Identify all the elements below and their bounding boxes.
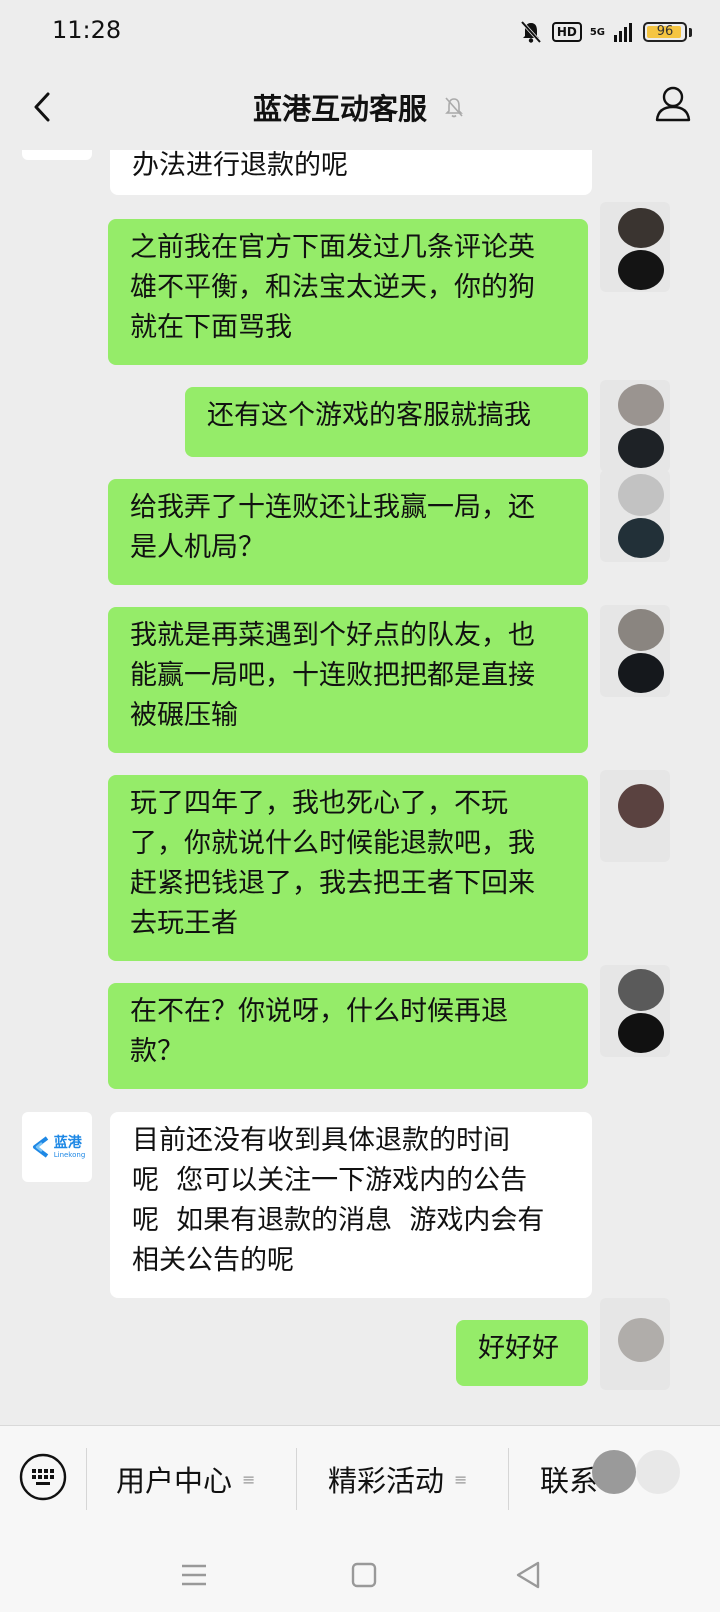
menu-item-user-center[interactable]: 用户中心 ≡ (116, 1426, 255, 1532)
avatar-blur (618, 653, 664, 693)
menu-item-label: 联系 (540, 1464, 599, 1498)
floating-blur (592, 1450, 636, 1494)
profile-icon[interactable] (648, 80, 698, 130)
message-bubble[interactable]: 我就是再菜遇到个好点的队友，也 能赢一局吧，十连败把把都是直接 被碾压输 (108, 607, 588, 753)
message-bubble[interactable]: 之前我在官方下面发过几条评论英 雄不平衡，和法宝太逆天，你的狗 就在下面骂我 (108, 219, 588, 365)
avatar-blur (618, 428, 664, 468)
system-nav-bar (0, 1535, 720, 1612)
chat-header: 蓝港互动客服 (0, 64, 720, 150)
avatar-blur (618, 518, 664, 558)
battery-icon: 96 (643, 22, 687, 42)
user-avatar[interactable] (600, 470, 670, 562)
service-avatar[interactable]: 蓝港 Linekong (22, 1112, 92, 1182)
logo-text: 蓝港 (53, 1134, 82, 1151)
menu-divider (296, 1448, 297, 1510)
chat-area[interactable]: 办法进行退款的呢 之前我在官方下面发过几条评论英 雄不平衡，和法宝太逆天，你的狗… (0, 150, 720, 1425)
message-bubble[interactable]: 目前还没有收到具体退款的时间 呢 您可以关注一下游戏内的公告 呢 如果有退款的消… (110, 1112, 592, 1298)
menu-item-label: 用户中心 (116, 1464, 233, 1498)
avatar-blur (618, 384, 664, 426)
message-bubble[interactable]: 好好好 (456, 1320, 588, 1386)
status-icons: HD 5G 96 (518, 18, 692, 46)
battery-level: 96 (656, 24, 674, 39)
menu-dots-icon: ≡ (454, 1469, 468, 1489)
mute-bell-icon (520, 20, 542, 44)
avatar-blur (618, 1318, 664, 1362)
user-avatar[interactable] (600, 605, 670, 697)
avatar-blur (618, 208, 664, 248)
status-bar: 11:28 HD 5G 96 (0, 0, 720, 64)
user-avatar[interactable] (600, 202, 670, 292)
avatar-blur (618, 784, 664, 828)
user-avatar[interactable] (600, 1298, 670, 1390)
back-triangle-icon[interactable] (508, 1555, 548, 1595)
avatar-blur (618, 609, 664, 651)
menu-icon[interactable] (174, 1555, 214, 1595)
avatar-blur (618, 474, 664, 516)
menu-item-activities[interactable]: 精彩活动 ≡ (328, 1426, 467, 1532)
message-bubble[interactable]: 在不在？你说呀，什么时候再退 款？ (108, 983, 588, 1089)
menu-item-contact[interactable]: 联系 (540, 1426, 598, 1532)
chat-title-wrap: 蓝港互动客服 (0, 64, 720, 150)
floating-blur (636, 1450, 680, 1494)
avatar-blur (618, 969, 664, 1011)
muted-bell-icon (445, 97, 463, 118)
menu-dots-icon: ≡ (242, 1469, 256, 1489)
menu-divider (508, 1448, 509, 1510)
user-avatar[interactable] (600, 965, 670, 1057)
menu-divider (86, 1448, 87, 1510)
message-bubble[interactable]: 玩了四年了，我也死心了，不玩 了，你就说什么时候能退款吧，我 赶紧把钱退了，我去… (108, 775, 588, 961)
menu-item-label: 精彩活动 (328, 1464, 445, 1498)
status-time: 11:28 (52, 16, 122, 44)
bottom-menu-bar: 用户中心 ≡ 精彩活动 ≡ 联系 (0, 1425, 720, 1536)
hd-badge: HD (551, 22, 582, 42)
user-avatar[interactable] (600, 770, 670, 862)
chat-title: 蓝港互动客服 (252, 92, 427, 126)
user-avatar[interactable] (600, 380, 670, 472)
message-bubble[interactable]: 办法进行退款的呢 (110, 150, 592, 195)
service-avatar[interactable] (22, 150, 92, 160)
home-square-icon[interactable] (344, 1555, 384, 1595)
linekong-logo-icon (32, 1136, 48, 1158)
logo-subtext: Linekong (53, 1150, 86, 1159)
message-bubble[interactable]: 给我弄了十连败还让我赢一局，还 是人机局？ (108, 479, 588, 585)
logo-text-wrap: 蓝港 Linekong (54, 1136, 86, 1159)
message-bubble[interactable]: 还有这个游戏的客服就搞我 (185, 387, 588, 457)
signal-icon (614, 23, 632, 42)
avatar-blur (618, 1013, 664, 1053)
avatar-blur (618, 250, 664, 290)
network-type: 5G (589, 26, 605, 38)
keyboard-icon[interactable] (18, 1452, 68, 1502)
battery-tip (689, 27, 692, 37)
